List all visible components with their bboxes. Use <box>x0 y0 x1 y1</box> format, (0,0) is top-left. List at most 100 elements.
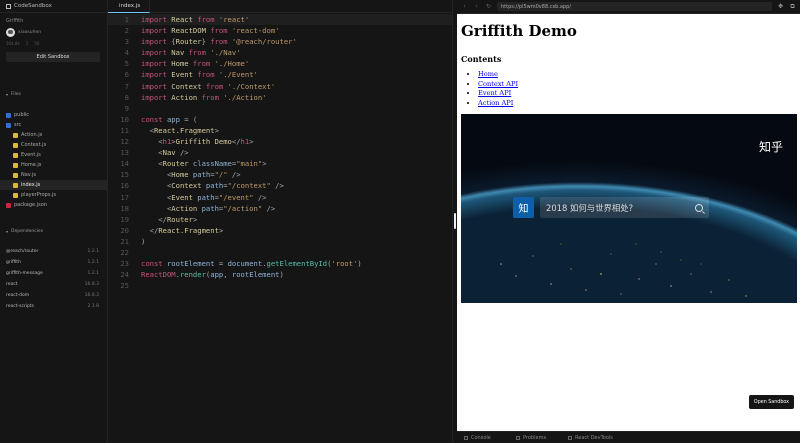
code-line[interactable]: 25 <box>108 280 452 291</box>
js-file-icon <box>13 192 18 198</box>
code-line[interactable]: 19 </Router> <box>108 214 452 225</box>
code-token: document <box>227 259 263 269</box>
code-line[interactable]: 21) <box>108 236 452 247</box>
files-section-header[interactable]: ▾ Files <box>0 92 107 97</box>
nav-link-action-api[interactable]: Action API <box>478 99 513 107</box>
line-text <box>129 247 141 258</box>
devtools-tab-problems[interactable]: Problems <box>509 435 561 441</box>
views-count: 304.8k <box>6 41 20 46</box>
line-text: import Home from './Home' <box>129 58 249 69</box>
line-text: <React.Fragment> <box>129 125 219 136</box>
dependency-item[interactable]: react-scripts 2.1.8 <box>0 301 107 312</box>
avatar[interactable] <box>6 28 15 37</box>
file-context-js[interactable]: Context.js <box>0 140 107 150</box>
code-line[interactable]: 10 const app = ( <box>108 114 452 125</box>
line-text: import React from 'react' <box>129 14 249 25</box>
file-index-js[interactable]: index.js <box>0 180 107 190</box>
code-token: rootElement <box>231 270 280 280</box>
code-token: import <box>141 81 172 91</box>
code-line[interactable]: 8 import Action from './Action' <box>108 92 452 103</box>
code-token: from <box>192 15 219 24</box>
sidebar: CodeSandbox Griffith xiaosuhen 304.8k 2 … <box>0 0 108 443</box>
code-line[interactable]: 14 <Router className="main"> <box>108 158 452 169</box>
code-area[interactable]: 1 import React from 'react' 2 import ReactD… <box>108 14 452 291</box>
code-token: "/context" <box>227 181 271 191</box>
video-player[interactable]: 知乎 知 2018 如何与世界相处? <box>461 114 797 303</box>
file-nav-js[interactable]: Nav.js <box>0 170 107 180</box>
code-line[interactable]: 24 ReactDOM.render(app, rootElement) <box>108 269 452 280</box>
code-line[interactable]: 16 <Context path="/context" /> <box>108 180 452 191</box>
nav-list-item: Event API <box>478 89 518 99</box>
project-owner[interactable]: xiaosuhen <box>6 28 101 37</box>
open-new-window-icon[interactable]: ⧉ <box>789 3 796 11</box>
file-label: Home.js <box>21 162 42 168</box>
file-action-js[interactable]: Action.js <box>0 130 107 140</box>
code-line[interactable]: 15 <Home path="/" /> <box>108 169 452 180</box>
nav-link-context-api[interactable]: Context API <box>478 80 518 88</box>
nav-list: Home Context APIEvent API Action API <box>478 70 518 108</box>
line-number: 16 <box>120 181 129 191</box>
devtools-tab-console[interactable]: Console <box>457 435 509 441</box>
forward-icon[interactable]: › <box>473 3 480 10</box>
inspect-icon[interactable]: ✥ <box>777 3 784 10</box>
file-public[interactable]: public <box>0 110 107 120</box>
code-line[interactable]: 23 const rootElement = document.getElemen… <box>108 258 452 269</box>
code-line[interactable]: 2 import ReactDOM from 'react-dom' <box>108 25 452 36</box>
code-line[interactable]: 7 import Context from './Context' <box>108 81 452 92</box>
dependency-item[interactable]: @reach/router 1.2.1 <box>0 246 107 257</box>
line-number: 7 <box>124 81 129 91</box>
resize-handle[interactable] <box>454 213 456 229</box>
code-line[interactable]: 3 import {Router} from '@reach/router' <box>108 36 452 47</box>
devtools-tab-react-devtools[interactable]: React DevTools <box>561 435 641 441</box>
file-event-js[interactable]: Event.js <box>0 150 107 160</box>
owner-name[interactable]: xiaosuhen <box>18 30 41 35</box>
code-line[interactable]: 12 <h1>Griffith Demo</h1> <box>108 136 452 147</box>
code-token: '@reach/router' <box>231 37 297 47</box>
code-token: from <box>205 26 232 36</box>
file-home-js[interactable]: Home.js <box>0 160 107 170</box>
line-number: 19 <box>120 214 129 224</box>
url-input[interactable]: https://pl5wm0v88.csb.app/ <box>497 2 772 11</box>
code-line[interactable]: 11 <React.Fragment> <box>108 125 452 136</box>
tab-index-js[interactable]: index.js <box>108 0 151 13</box>
refresh-icon[interactable]: ↻ <box>485 3 492 10</box>
code-token: Action <box>171 203 198 213</box>
code-line[interactable]: 5 import Home from './Home' <box>108 58 452 69</box>
file-playerprops-js[interactable]: playerProps.js <box>0 190 107 200</box>
code-token: /> <box>227 170 241 180</box>
js-file-icon <box>13 172 18 178</box>
nav-link-event-api[interactable]: Event API <box>478 89 511 97</box>
code-line[interactable]: 6 import Event from './Event' <box>108 69 452 80</box>
dependencies-section-header[interactable]: ▾ Dependencies <box>0 229 107 234</box>
dependency-item[interactable]: react 16.8.3 <box>0 279 107 290</box>
dependency-item[interactable]: griffith 1.2.1 <box>0 257 107 268</box>
code-token: Home <box>171 170 189 180</box>
edit-sandbox-button[interactable]: Edit Sandbox <box>6 52 100 62</box>
file-package-json[interactable]: package.json <box>0 200 107 210</box>
code-token: </ <box>141 225 159 235</box>
dependency-item[interactable]: griffith-message 1.2.1 <box>0 268 107 279</box>
code-token: import <box>141 59 172 69</box>
dependency-version: 1.2.1 <box>87 271 99 276</box>
code-token: "/" <box>214 170 228 180</box>
line-text: <Context path="/context" /> <box>129 180 284 191</box>
code-line[interactable]: 17 <Event path="/event" /> <box>108 192 452 203</box>
file-label: Action.js <box>21 132 43 138</box>
code-token: ReactDOM <box>141 270 176 280</box>
code-line[interactable]: 20 </React.Fragment> <box>108 225 452 236</box>
code-line[interactable]: 1 import React from 'react' <box>108 14 452 26</box>
dependency-item[interactable]: react-dom 16.8.3 <box>0 290 107 301</box>
code-line[interactable]: 13 <Nav /> <box>108 147 452 158</box>
nav-link-home[interactable]: Home <box>478 70 498 78</box>
code-token: React.Fragment <box>153 125 215 135</box>
file-label: public <box>14 112 30 118</box>
code-line[interactable]: 4 import Nav from './Nav' <box>108 47 452 58</box>
code-token: > <box>262 159 267 169</box>
file-src[interactable]: src <box>0 120 107 130</box>
line-number: 24 <box>120 270 129 280</box>
open-sandbox-button[interactable]: Open Sandbox <box>748 395 794 409</box>
code-line[interactable]: 18 <Action path="/action" /> <box>108 203 452 214</box>
back-icon[interactable]: ‹ <box>461 3 468 10</box>
code-line[interactable]: 22 <box>108 247 452 258</box>
code-line[interactable]: 9 <box>108 103 452 114</box>
